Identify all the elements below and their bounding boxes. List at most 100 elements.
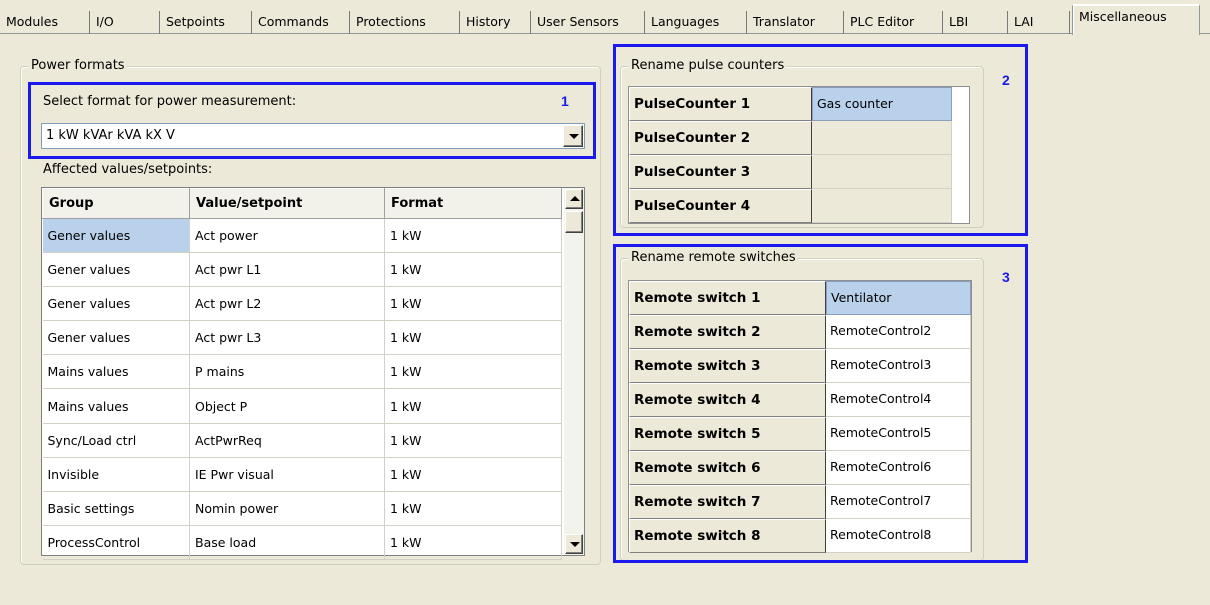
column-header-group[interactable]: Group	[42, 188, 190, 219]
remote-switch-name-input[interactable]: RemoteControl6	[826, 451, 971, 485]
cell-value[interactable]: P mains	[189, 354, 385, 390]
power-formats-title: Power formats	[29, 58, 127, 74]
tab-miscellaneous[interactable]: Miscellaneous	[1072, 4, 1200, 35]
pulse-counter-row: PulseCounter 2	[629, 121, 969, 155]
cell-format[interactable]: 1 kW	[384, 286, 562, 322]
remote-switch-row: Remote switch 1 Ventilator	[629, 281, 971, 315]
affected-values-label: Affected values/setpoints:	[43, 162, 213, 177]
scroll-up-icon[interactable]	[565, 189, 583, 209]
select-format-label: Select format for power measurement:	[43, 94, 297, 109]
table-row[interactable]: ProcessControl Base load 1 kW	[42, 525, 562, 560]
tab-lai[interactable]: LAI	[1008, 11, 1070, 34]
pulse-counter-name-input[interactable]	[812, 189, 952, 223]
pulse-counter-name-input[interactable]: Gas counter	[812, 87, 952, 121]
table-row[interactable]: Gener values Act pwr L2 1 kW	[42, 286, 562, 322]
cell-group[interactable]: Gener values	[42, 252, 190, 288]
power-format-dropdown[interactable]: 1 kW kVAr kVA kX V	[41, 123, 585, 149]
dropdown-arrow-icon[interactable]	[563, 125, 583, 147]
remote-switch-label: Remote switch 5	[629, 417, 826, 451]
remote-switch-name-input[interactable]: RemoteControl4	[826, 383, 971, 417]
tab-io[interactable]: I/O	[90, 11, 160, 34]
remote-switch-name-input[interactable]: RemoteControl7	[826, 485, 971, 519]
tab-languages[interactable]: Languages	[645, 11, 747, 34]
cell-value[interactable]: Nomin power	[189, 491, 385, 526]
cell-group[interactable]: Gener values	[42, 320, 190, 356]
table-row[interactable]: Gener values Act pwr L1 1 kW	[42, 252, 562, 288]
cell-value[interactable]: IE Pwr visual	[189, 457, 385, 492]
cell-format[interactable]: 1 kW	[384, 491, 562, 526]
remote-switch-row: Remote switch 8 RemoteControl8	[629, 519, 971, 553]
remote-switch-label: Remote switch 8	[629, 519, 826, 553]
tab-lbi[interactable]: LBI	[943, 11, 1008, 34]
cell-format[interactable]: 1 kW	[384, 423, 562, 458]
affected-values-table: Group Value/setpoint Format Gener values…	[41, 187, 585, 560]
cell-format[interactable]: 1 kW	[384, 320, 562, 356]
cell-format[interactable]: 1 kW	[384, 457, 562, 492]
cell-group[interactable]: Mains values	[42, 388, 190, 424]
cell-value[interactable]: Object P	[189, 388, 385, 424]
remote-switch-label: Remote switch 6	[629, 451, 826, 485]
cell-group[interactable]: Gener values	[42, 218, 190, 254]
cell-value[interactable]: Base load	[189, 525, 385, 560]
scroll-thumb[interactable]	[565, 211, 583, 233]
remote-switch-row: Remote switch 6 RemoteControl6	[629, 451, 971, 485]
remote-switch-name-input[interactable]: RemoteControl2	[826, 315, 971, 349]
table-row[interactable]: Mains values Object P1 kW	[42, 388, 562, 424]
scroll-down-icon[interactable]	[565, 534, 583, 554]
cell-format[interactable]: 1 kW	[384, 218, 562, 254]
remote-switch-row: Remote switch 7 RemoteControl7	[629, 485, 971, 519]
pulse-counter-row: PulseCounter 3	[629, 155, 969, 189]
table-row[interactable]: Mains values P mains 1 kW	[42, 354, 562, 390]
column-header-value-setpoint[interactable]: Value/setpoint	[189, 188, 385, 219]
table-row[interactable]: Gener values Act pwr L3 1 kW	[42, 320, 562, 356]
cell-format[interactable]: 1 kW	[384, 354, 562, 390]
remote-switch-row: Remote switch 4 RemoteControl4	[629, 383, 971, 417]
pulse-counter-label: PulseCounter 2	[629, 121, 812, 155]
remote-switch-name-input[interactable]: RemoteControl5	[826, 417, 971, 451]
table-row[interactable]: Basic settings Nomin power 1 kW	[42, 491, 562, 526]
cell-value[interactable]: Act pwr L2	[189, 286, 385, 322]
remote-switch-name-input[interactable]: RemoteControl8	[826, 519, 971, 553]
cell-value[interactable]: ActPwrReq	[189, 423, 385, 458]
cell-format[interactable]: 1 kW	[384, 388, 562, 424]
table-row[interactable]: Sync/Load ctrl ActPwrReq 1 kW	[42, 423, 562, 458]
tab-history[interactable]: History	[460, 11, 531, 34]
table-row[interactable]: Gener values Act power 1 kW	[42, 218, 562, 254]
pulse-counter-row: PulseCounter 1 Gas counter	[629, 87, 969, 121]
power-format-selected: 1 kW kVAr kVA kX V	[46, 128, 175, 143]
tab-bar: Modules I/O Setpoints Commands Protectio…	[0, 0, 1210, 35]
column-header-format[interactable]: Format	[384, 188, 562, 219]
tab-translator[interactable]: Translator	[747, 11, 844, 34]
cell-group[interactable]: Gener values	[42, 286, 190, 322]
tab-setpoints[interactable]: Setpoints	[160, 11, 252, 34]
table-scrollbar[interactable]	[564, 188, 584, 555]
cell-group[interactable]: ProcessControl	[42, 525, 190, 560]
tab-protections[interactable]: Protections	[350, 11, 460, 34]
cell-value[interactable]: Act power	[189, 218, 385, 254]
cell-value[interactable]: Act pwr L1	[189, 252, 385, 288]
remote-switch-name-input[interactable]: Ventilator	[826, 281, 971, 315]
remote-switches-grid: Remote switch 1 Ventilator Remote switch…	[628, 280, 972, 553]
cell-group[interactable]: Basic settings	[42, 491, 190, 526]
tab-commands[interactable]: Commands	[252, 11, 350, 34]
cell-group[interactable]: Mains values	[42, 354, 190, 390]
remote-switch-row: Remote switch 2 RemoteControl2	[629, 315, 971, 349]
tab-plc-editor[interactable]: PLC Editor	[844, 11, 943, 34]
tab-modules[interactable]: Modules	[0, 11, 90, 34]
remote-switch-label: Remote switch 3	[629, 349, 826, 383]
remote-switch-name-input[interactable]: RemoteControl3	[826, 349, 971, 383]
tab-user-sensors[interactable]: User Sensors	[531, 11, 645, 34]
highlight-number-2: 2	[1002, 72, 1010, 88]
cell-format[interactable]: 1 kW	[384, 525, 562, 560]
table-row[interactable]: Invisible IE Pwr visual 1 kW	[42, 457, 562, 492]
pulse-counter-label: PulseCounter 3	[629, 155, 812, 189]
cell-value[interactable]: Act pwr L3	[189, 320, 385, 356]
pulse-counter-label: PulseCounter 4	[629, 189, 812, 223]
pulse-counter-name-input[interactable]	[812, 155, 952, 189]
pulse-counter-name-input[interactable]	[812, 121, 952, 155]
remote-switch-label: Remote switch 2	[629, 315, 826, 349]
cell-group[interactable]: Sync/Load ctrl	[42, 423, 190, 458]
pulse-counters-title: Rename pulse counters	[629, 58, 787, 74]
cell-group[interactable]: Invisible	[42, 457, 190, 492]
cell-format[interactable]: 1 kW	[384, 252, 562, 288]
